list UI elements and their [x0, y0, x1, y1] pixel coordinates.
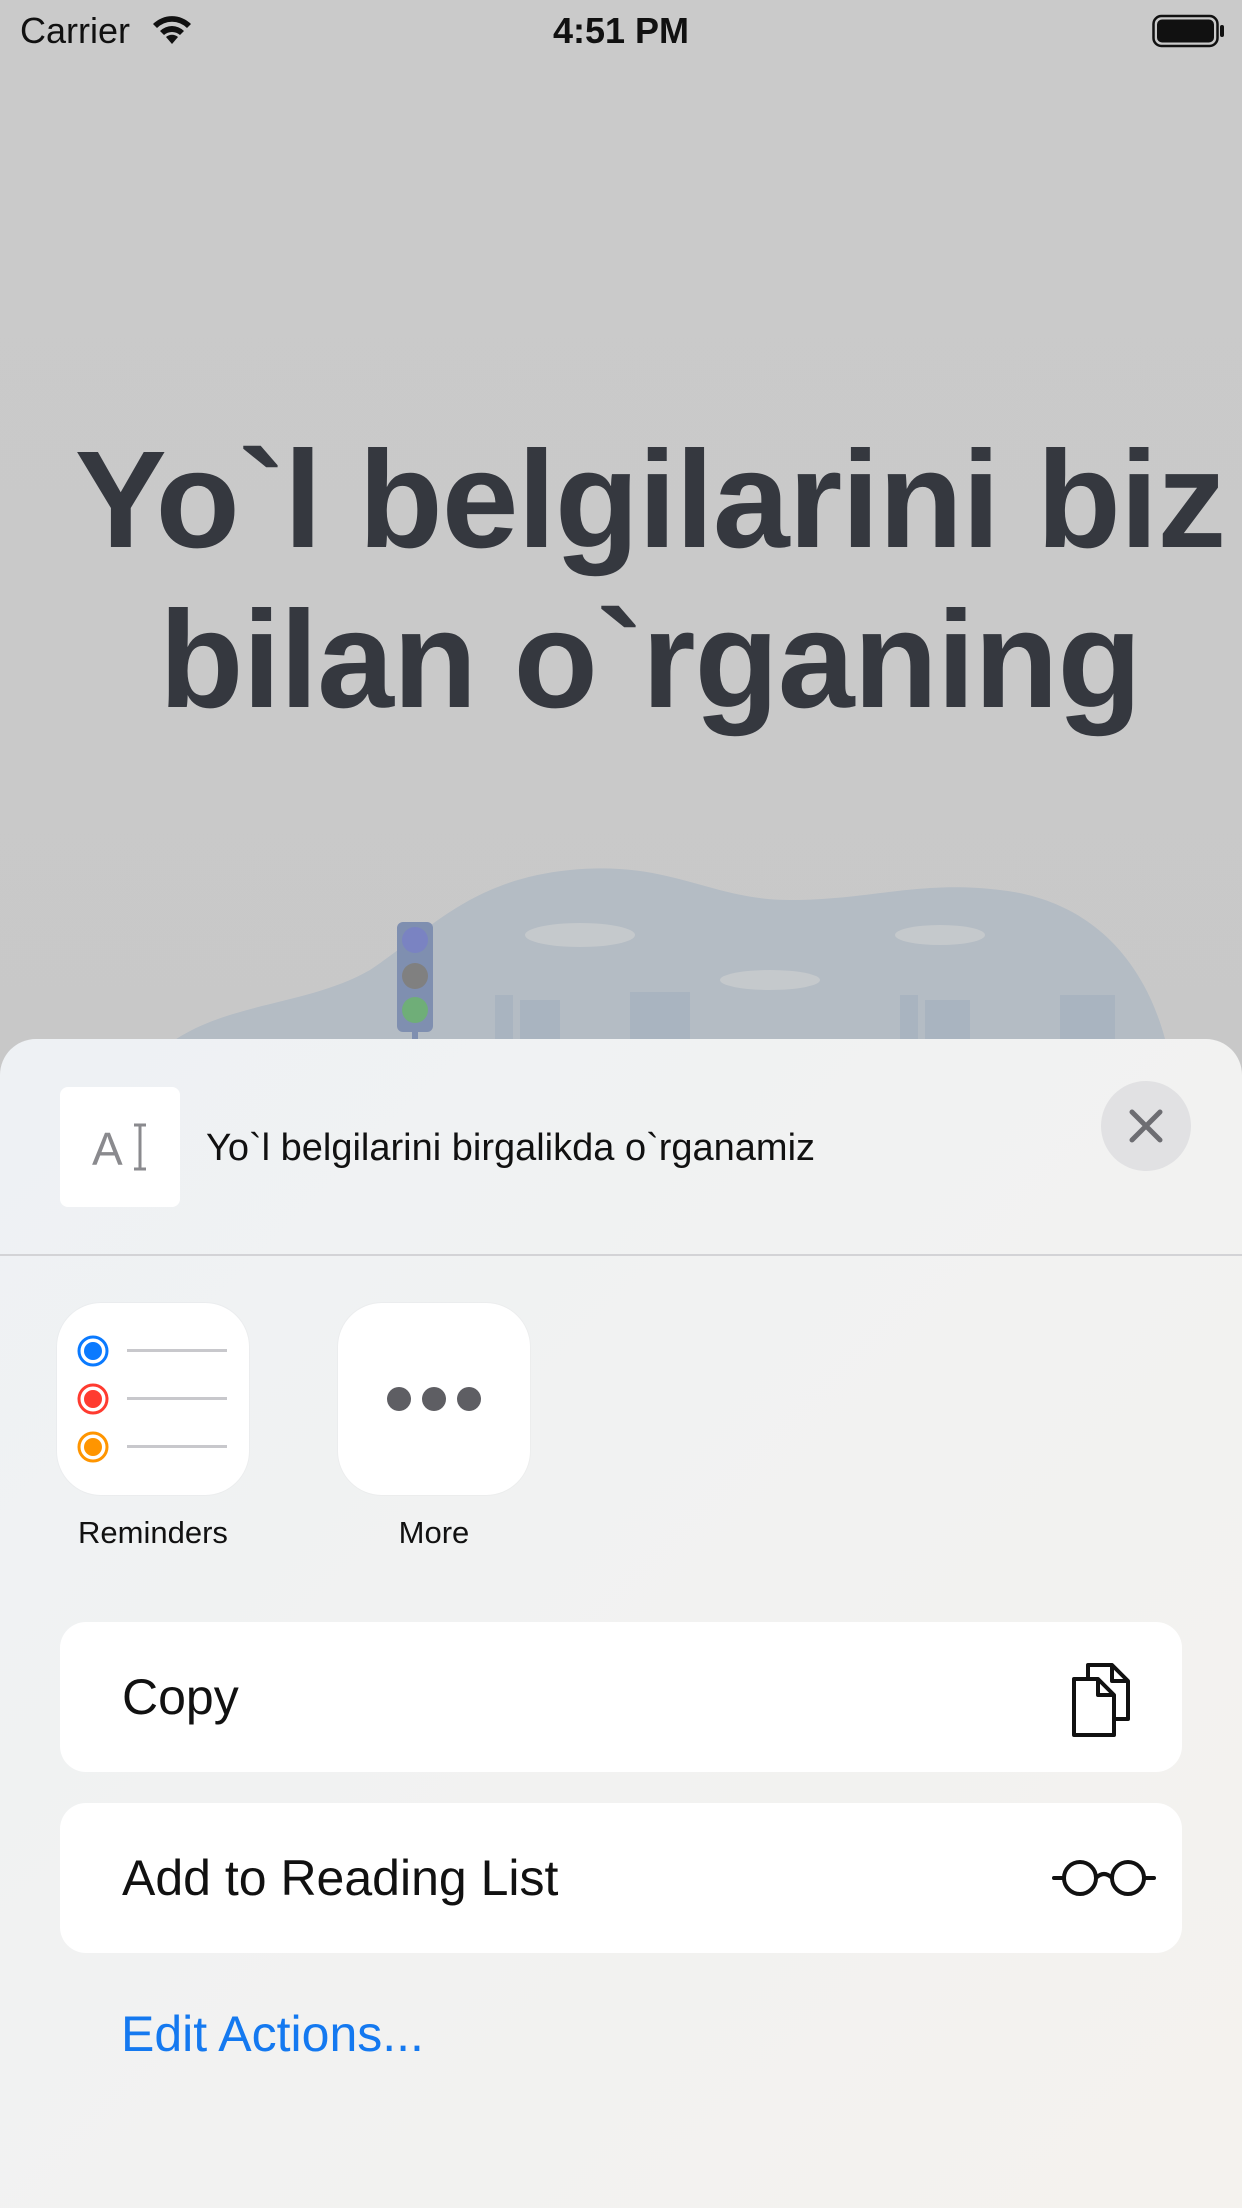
edit-actions-link[interactable]: Edit Actions...: [121, 2005, 424, 2063]
hero-headline-line2: bilan o`rganing: [159, 583, 1142, 737]
copy-icon: [1072, 1663, 1130, 1737]
glasses-icon: [1052, 1860, 1156, 1896]
app-tile-more[interactable]: More: [338, 1303, 530, 1551]
app-label-more: More: [398, 1515, 470, 1550]
hero-headline-line1: Yo`l belgilarini biz: [74, 423, 1227, 577]
svg-text:A: A: [92, 1123, 123, 1175]
app-tile-reminders[interactable]: Reminders: [57, 1303, 249, 1551]
more-icon: [387, 1387, 481, 1411]
copy-action-label: Copy: [122, 1669, 239, 1725]
share-sheet-header: A Yo`l belgilarini birgalikda o`rganamiz: [0, 1039, 1242, 1255]
share-sheet-title: Yo`l belgilarini birgalikda o`rganamiz: [206, 1127, 816, 1169]
header-divider: [0, 1254, 1242, 1256]
copy-action[interactable]: Copy: [60, 1622, 1182, 1772]
reading-list-action-label: Add to Reading List: [122, 1850, 559, 1906]
text-document-icon: A: [92, 1123, 146, 1175]
app-label-reminders: Reminders: [78, 1515, 228, 1550]
battery-icon: [1152, 14, 1224, 48]
reading-list-action[interactable]: Add to Reading List: [60, 1803, 1182, 1953]
status-time: 4:51 PM: [552, 10, 690, 51]
close-icon: [1129, 1109, 1163, 1143]
share-sheet: A Yo`l belgilarini birgalikda o`rganamiz: [0, 1039, 1242, 2208]
more-app-icon[interactable]: [338, 1303, 530, 1495]
reminders-icon: [77, 1335, 227, 1463]
text-preview-thumbnail: A: [60, 1087, 180, 1207]
reminders-app-icon[interactable]: [57, 1303, 249, 1495]
close-button[interactable]: [1101, 1081, 1191, 1171]
status-bar: Carrier 4:51 PM: [0, 0, 1242, 60]
traffic-illustration: [150, 868, 1170, 1060]
hero-headline: Yo`l belgilarini biz bilan o`rganing: [40, 420, 1242, 740]
